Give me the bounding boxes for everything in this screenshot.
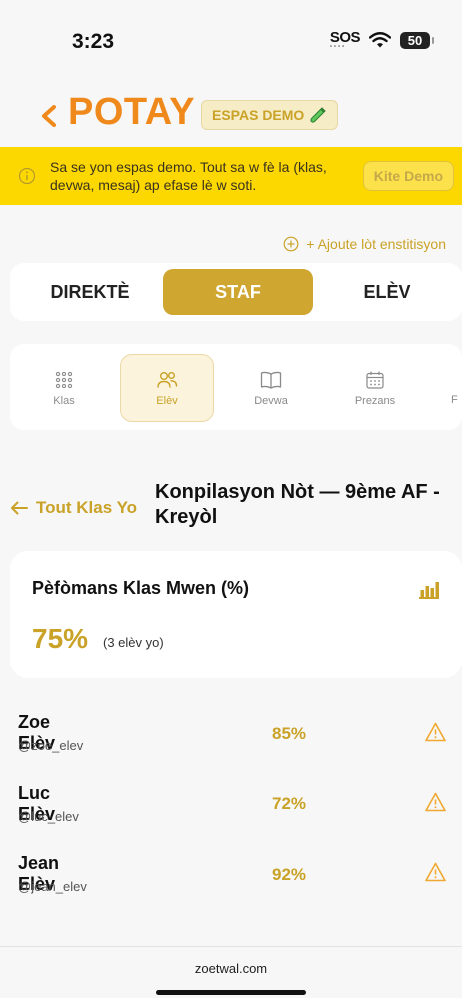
performance-value: 75% [32, 623, 89, 654]
demo-badge: ESPAS DEMO [201, 100, 339, 130]
bar-chart-icon[interactable] [418, 577, 440, 599]
student-handle: @zoe_elev [18, 738, 84, 753]
back-to-classes-label: Tout Klas Yo [36, 498, 138, 517]
page-title: Konpilasyon Nòt — 9ème AF - Kreyòl [155, 481, 440, 528]
tab-klas-label: Klas [53, 394, 75, 407]
users-icon [157, 371, 178, 388]
plus-circle-icon [283, 236, 299, 252]
demo-banner: Sa se yon espas demo. Tout sa w fè la (k… [0, 147, 462, 205]
student-handle: @jean_elev [18, 879, 87, 894]
warning-icon[interactable] [425, 792, 446, 812]
app-brand: POTAY [68, 91, 196, 133]
student-percent: 92% [272, 865, 307, 884]
performance-student-count: (3 elèv yo) [103, 635, 164, 650]
tab-elev-section-label: Elèv [156, 394, 178, 407]
footer-divider [0, 946, 462, 947]
performance-title: Pèfòmans Klas Mwen (%) [32, 578, 250, 598]
tab-direkte[interactable]: DIREKTÈ [18, 269, 162, 315]
home-indicator [156, 990, 306, 995]
warning-icon[interactable] [425, 722, 446, 742]
demo-badge-label: ESPAS DEMO [212, 107, 305, 123]
back-to-classes-link[interactable]: Tout Klas Yo [10, 498, 137, 518]
calendar-icon [366, 371, 384, 389]
tab-prezans[interactable]: Prezans [328, 354, 422, 422]
demo-banner-text: Sa se yon espas demo. Tout sa w fè la (k… [50, 159, 327, 193]
student-handle: @luc_elev [18, 809, 79, 824]
footer-domain: zoetwal.com [194, 961, 268, 976]
battery-icon: 50 [400, 31, 434, 49]
tab-staf[interactable]: STAF [163, 269, 313, 315]
test-tube-icon [310, 107, 327, 123]
performance-card: Pèfòmans Klas Mwen (%) 75% (3 elèv yo) [10, 551, 462, 678]
arrow-left-icon [11, 501, 28, 515]
student-percent: 72% [272, 794, 307, 813]
tab-prezans-label: Prezans [354, 394, 396, 407]
tab-more-clipped[interactable]: F [448, 354, 462, 422]
add-institution-label: + Ajoute lòt enstitisyon [306, 236, 446, 252]
sos-indicator: SOS •••• [329, 29, 361, 50]
wifi-icon [369, 32, 391, 48]
grid-icon [55, 371, 73, 388]
student-percent: 85% [272, 724, 307, 743]
tab-elev-section[interactable]: Elèv [120, 354, 214, 422]
tab-more-glyph: F [451, 394, 458, 406]
role-tabs: DIREKTÈ STAF ELÈV [10, 263, 462, 321]
add-institution-link[interactable]: + Ajoute lòt enstitisyon [283, 236, 446, 252]
status-time: 3:23 [72, 30, 115, 53]
info-icon [18, 167, 36, 185]
tab-devwa-label: Devwa [254, 394, 288, 407]
book-icon [260, 371, 282, 389]
status-icons: SOS •••• 50 [329, 29, 434, 50]
tab-klas[interactable]: Klas [20, 354, 108, 422]
chevron-left-icon[interactable] [34, 98, 64, 134]
warning-icon[interactable] [425, 862, 446, 882]
section-tabs: Klas Elèv Devwa Prezans F [10, 344, 462, 430]
tab-elev[interactable]: ELÈV [315, 269, 459, 315]
leave-demo-button[interactable]: Kite Demo [362, 161, 454, 191]
tab-devwa[interactable]: Devwa [224, 354, 318, 422]
